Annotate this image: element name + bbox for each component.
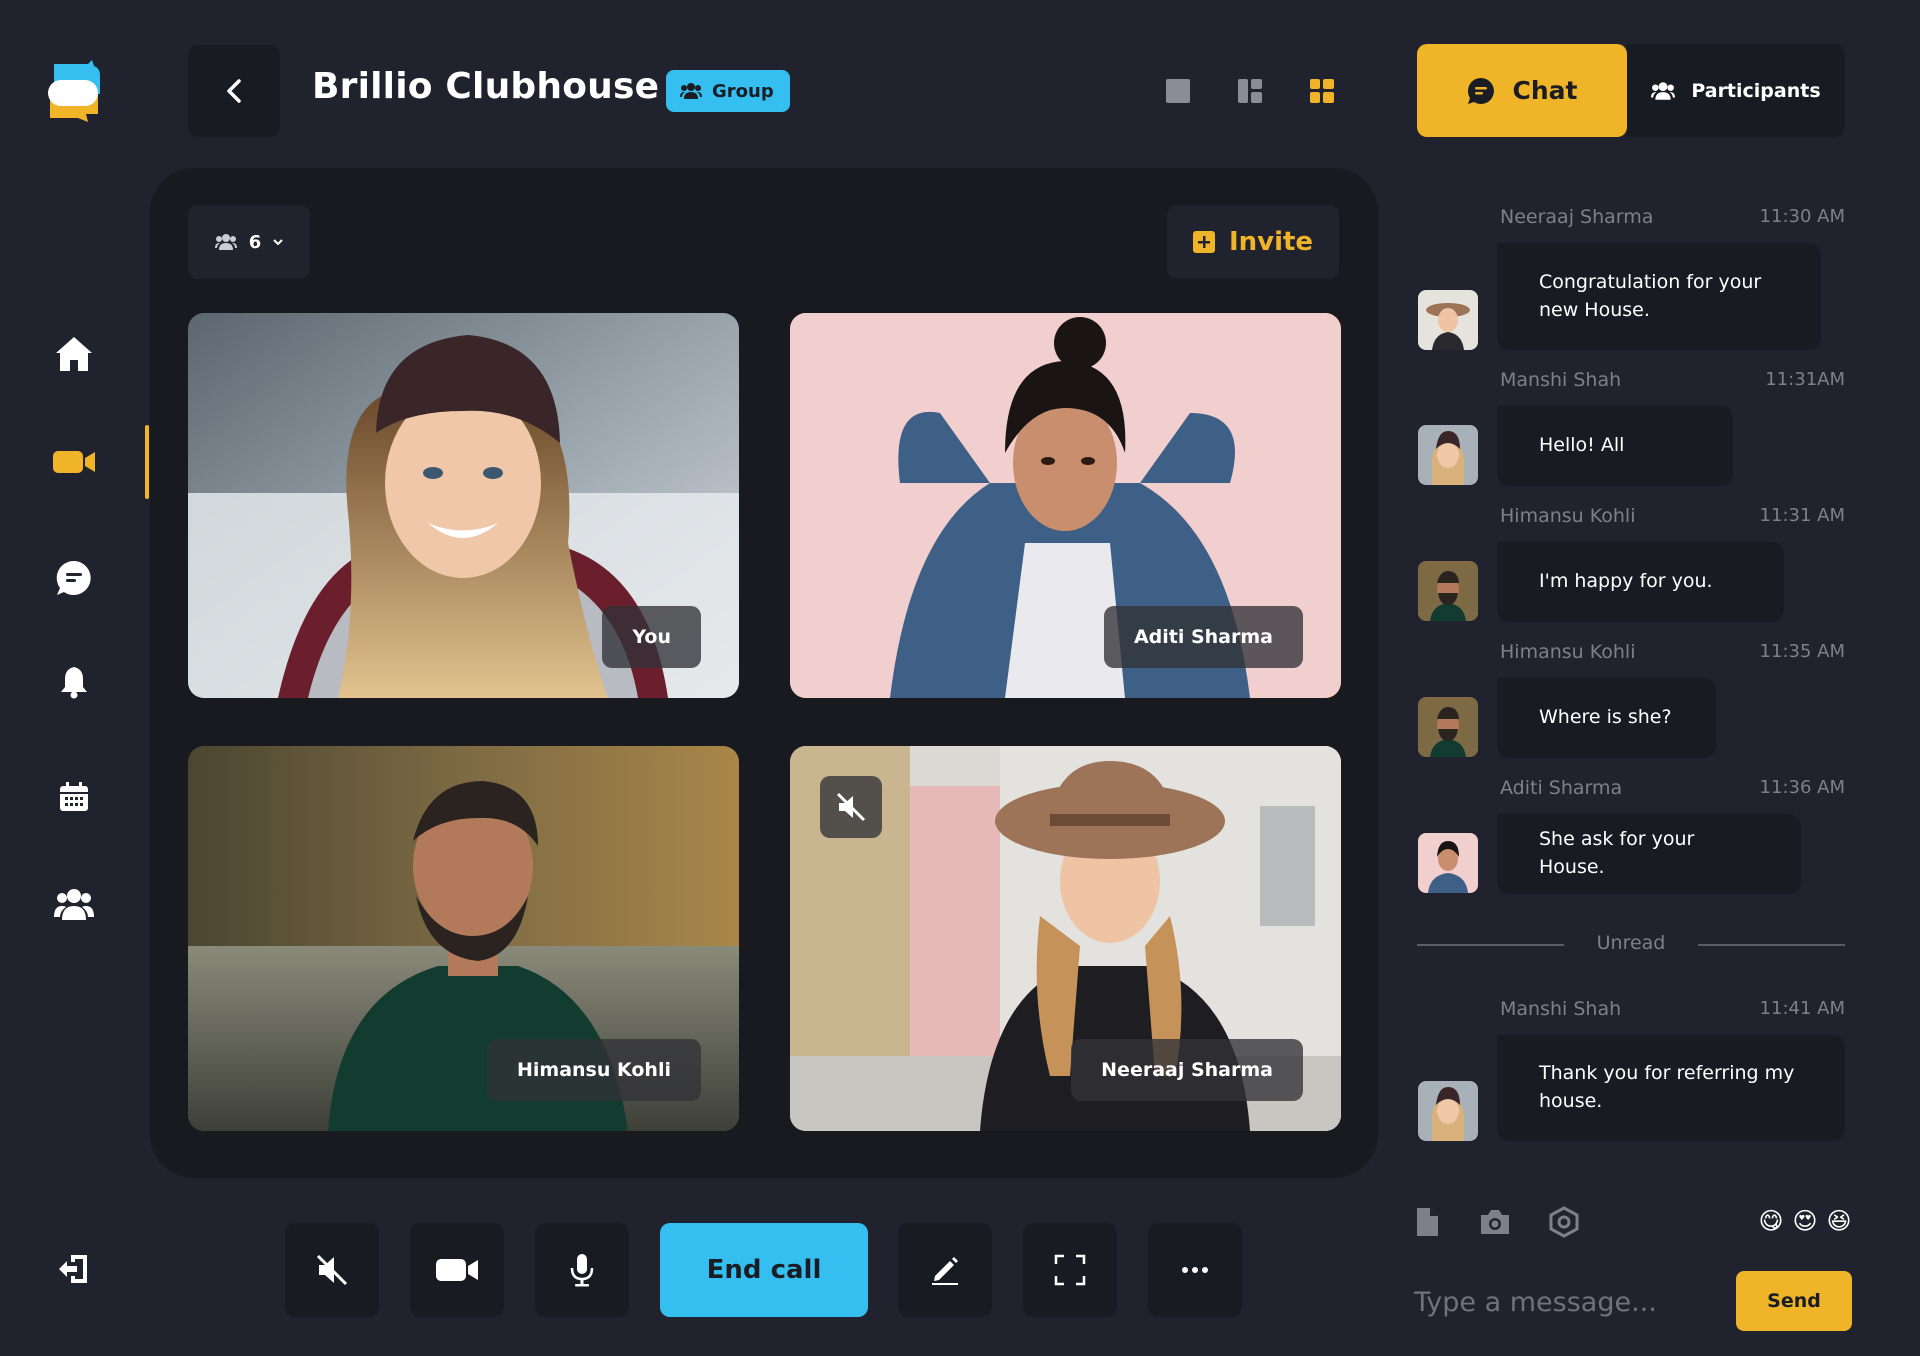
group-badge: Group (666, 70, 790, 112)
annotate-button[interactable] (898, 1223, 992, 1317)
avatar (1418, 425, 1478, 485)
more-dots-icon (1182, 1267, 1208, 1273)
participant-name-tag: Neeraaj Sharma (1071, 1039, 1303, 1101)
message-bubble: She ask for your House. (1497, 814, 1801, 894)
nav-chat-icon[interactable] (52, 556, 96, 600)
plus-square-icon (1192, 231, 1215, 253)
emoji-heart-eyes-button[interactable]: 😍 (1791, 1207, 1819, 1235)
app-logo (48, 60, 102, 122)
invite-label: Invite (1228, 227, 1314, 257)
nav-users-group-icon[interactable] (52, 882, 96, 926)
video-camera-icon (436, 1259, 478, 1281)
fullscreen-icon (1054, 1254, 1086, 1286)
nav-video-call-icon[interactable] (52, 440, 96, 484)
unread-label: Unread (1596, 932, 1666, 954)
avatar (1418, 697, 1478, 757)
layout-grid-button[interactable] (1307, 76, 1337, 106)
emoji-laughing-button[interactable]: 😆 (1825, 1207, 1853, 1235)
participant-name-tag: You (602, 606, 701, 668)
logout-icon[interactable] (52, 1247, 96, 1291)
nav-notifications-bell-icon[interactable] (52, 660, 96, 704)
message-bubble: I'm happy for you. (1497, 542, 1784, 622)
tab-chat-label: Chat (1512, 76, 1578, 105)
message-sender: Neeraaj Sharma (1500, 206, 1654, 228)
back-button[interactable] (188, 45, 280, 137)
message-time: 11:41 AM (1759, 998, 1845, 1019)
message-time: 11:31AM (1765, 369, 1845, 390)
settings-button[interactable] (1547, 1205, 1581, 1239)
participant-name-tag: Aditi Sharma (1103, 606, 1303, 668)
message-time: 11:31 AM (1759, 505, 1845, 526)
message-time: 11:30 AM (1759, 206, 1845, 227)
tab-participants[interactable]: Participants (1627, 44, 1845, 137)
group-icon (680, 83, 702, 99)
message-bubble: Hello! All (1497, 406, 1733, 486)
send-button[interactable]: Send (1736, 1271, 1852, 1331)
speaker-muted-icon (836, 792, 866, 822)
participant-count-dropdown[interactable]: 6 (188, 205, 310, 279)
avatar (1418, 833, 1478, 893)
mute-speaker-button[interactable] (285, 1223, 379, 1317)
file-icon (1417, 1208, 1438, 1236)
chat-bubble-icon (1467, 77, 1494, 104)
pencil-icon (932, 1257, 958, 1285)
message-bubble: Where is she? (1497, 678, 1716, 758)
microphone-button[interactable] (535, 1223, 629, 1317)
end-call-button[interactable]: End call (660, 1223, 868, 1317)
emoji-yum-button[interactable]: 😋 (1757, 1207, 1785, 1235)
nav-home-icon[interactable] (52, 332, 96, 376)
message-sender: Himansu Kohli (1500, 641, 1636, 663)
layout-single-button[interactable] (1163, 76, 1193, 106)
camera-toggle-button[interactable] (410, 1223, 504, 1317)
more-options-button[interactable] (1148, 1223, 1242, 1317)
message-sender: Manshi Shah (1500, 998, 1622, 1020)
layout-split-icon (1238, 79, 1262, 103)
tab-chat[interactable]: Chat (1417, 44, 1627, 137)
participants-icon (214, 234, 237, 250)
group-badge-label: Group (712, 80, 774, 102)
video-tile-neeraaj-sharma[interactable]: Neeraaj Sharma (790, 746, 1341, 1131)
speaker-muted-badge (820, 776, 882, 838)
message-input[interactable] (1414, 1280, 1714, 1324)
message-sender: Aditi Sharma (1500, 777, 1623, 799)
chevron-left-icon (227, 79, 241, 103)
layout-grid-icon (1310, 79, 1334, 103)
participant-name-tag: Himansu Kohli (486, 1039, 701, 1101)
avatar (1418, 1081, 1478, 1141)
camera-icon (1481, 1210, 1509, 1234)
chevron-down-icon (273, 239, 283, 246)
microphone-icon (570, 1254, 594, 1287)
message-time: 11:36 AM (1759, 777, 1845, 798)
speaker-muted-icon (316, 1254, 348, 1286)
fullscreen-button[interactable] (1023, 1223, 1117, 1317)
unread-divider-right (1698, 944, 1845, 946)
message-time: 11:35 AM (1759, 641, 1845, 662)
layout-single-icon (1166, 79, 1190, 103)
avatar (1418, 290, 1478, 350)
message-bubble: Thank you for referring my house. (1497, 1035, 1845, 1141)
hexagon-settings-icon (1549, 1206, 1579, 1238)
participants-icon (1651, 81, 1676, 100)
participant-count: 6 (248, 231, 262, 253)
avatar (1418, 561, 1478, 621)
invite-button[interactable]: Invite (1167, 205, 1339, 279)
message-sender: Himansu Kohli (1500, 505, 1636, 527)
video-tile-aditi-sharma[interactable]: Aditi Sharma (790, 313, 1341, 698)
video-tile-himansu-kohli[interactable]: Himansu Kohli (188, 746, 739, 1131)
tab-participants-label: Participants (1691, 79, 1821, 102)
video-tile-you[interactable]: You (188, 313, 739, 698)
layout-split-button[interactable] (1235, 76, 1265, 106)
camera-button[interactable] (1478, 1205, 1512, 1239)
message-bubble: Congratulation for your new House. (1497, 243, 1821, 350)
room-title: Brillio Clubhouse (312, 66, 660, 107)
message-sender: Manshi Shah (1500, 369, 1622, 391)
nav-calendar-icon[interactable] (52, 775, 96, 819)
attach-file-button[interactable] (1410, 1205, 1444, 1239)
nav-active-indicator (145, 425, 149, 499)
unread-divider-left (1417, 944, 1564, 946)
